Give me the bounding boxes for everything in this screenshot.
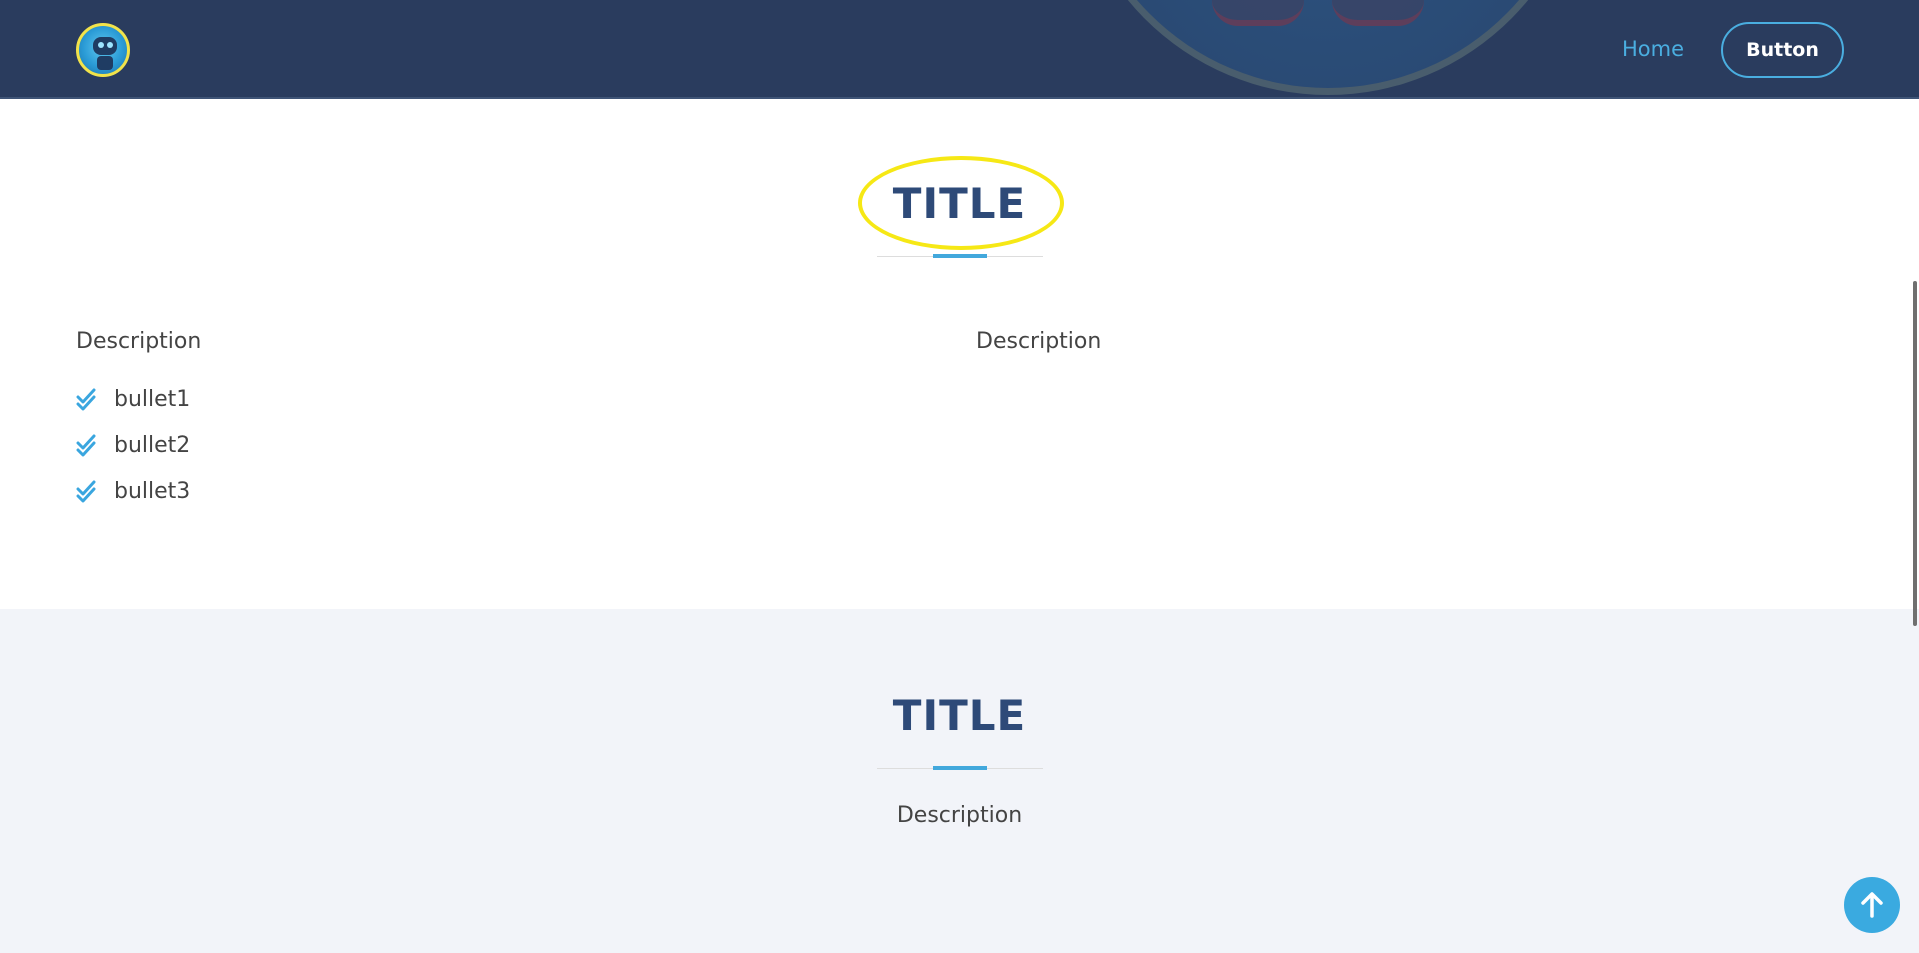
section-description: Description: [896, 803, 1023, 828]
robot-body: [97, 56, 113, 70]
header-background-shape-left: [1212, 0, 1304, 26]
list-item: bullet1: [76, 376, 190, 422]
left-description: Description: [76, 329, 202, 354]
list-item: bullet2: [76, 422, 190, 468]
header-background-image: [1068, 0, 1588, 95]
page-scrollbar-thumb[interactable]: [1913, 281, 1917, 626]
robot-head: [93, 37, 117, 55]
section-title: TITLE: [892, 691, 1027, 740]
section-title: TITLE: [892, 179, 1027, 228]
double-check-icon: [76, 388, 96, 411]
right-description: Description: [976, 329, 1102, 354]
robot-eye-right: [107, 42, 113, 48]
features-section: TITLE Description Description bullet1 bu…: [0, 101, 1919, 609]
nav-link-home[interactable]: Home: [1622, 37, 1684, 61]
bullet-label: bullet1: [114, 386, 191, 412]
header-cta-button[interactable]: Button: [1721, 22, 1844, 78]
bullet-label: bullet2: [114, 432, 191, 458]
title-divider-accent: [933, 766, 987, 770]
double-check-icon: [76, 480, 96, 503]
bullet-label: bullet3: [114, 478, 191, 504]
arrow-up-icon: [1861, 892, 1883, 918]
site-header: Home Button: [0, 0, 1919, 99]
title-divider-accent: [933, 254, 987, 258]
double-check-icon: [76, 434, 96, 457]
robot-eye-left: [98, 42, 104, 48]
scroll-to-top-button[interactable]: [1844, 877, 1900, 933]
bullet-list: bullet1 bullet2 bullet3: [76, 376, 190, 514]
list-item: bullet3: [76, 468, 190, 514]
header-background-shape-right: [1332, 0, 1424, 26]
robot-logo-icon[interactable]: [76, 23, 130, 77]
secondary-section: TITLE Description: [0, 609, 1919, 953]
